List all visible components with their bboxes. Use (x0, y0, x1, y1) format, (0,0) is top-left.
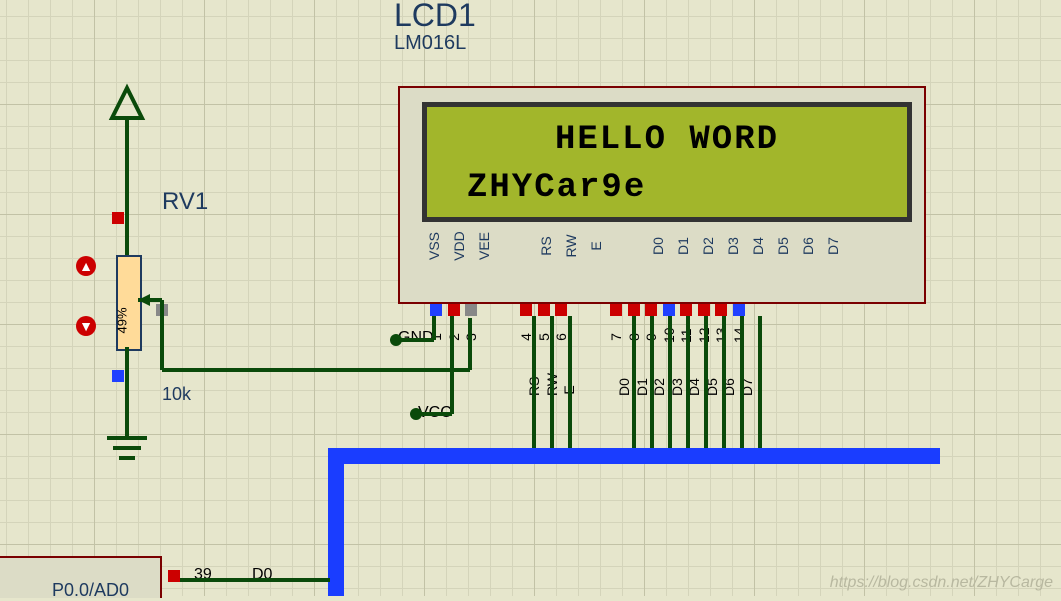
lcd-screen: HELLO WORD ZHYCar9e (422, 102, 912, 222)
mcu-pin-pad (168, 570, 180, 582)
lcd-pin-pads (430, 304, 745, 316)
pot-down-button[interactable]: ▼ (76, 316, 96, 336)
pot-ref-label: RV1 (162, 188, 208, 216)
probe-bottom (112, 370, 124, 382)
pot-up-button[interactable]: ▲ (76, 256, 96, 276)
lcd-pin-numbers: 1 2 3 4 5 6 7 8 9 10 11 12 13 14 (430, 319, 745, 345)
gnd-net-label: GND (398, 329, 434, 347)
potentiometer[interactable]: 49% (116, 255, 142, 351)
probe-wiper (156, 304, 168, 316)
lcd-ref-label: LCD1 (394, 0, 476, 34)
mcu-wire-label: D0 (252, 566, 272, 584)
lcd-line2: ZHYCar9e (427, 165, 907, 213)
probe-top (112, 212, 124, 224)
lcd-line1: HELLO WORD (427, 117, 907, 165)
watermark: https://blog.csdn.net/ZHYCarge (830, 574, 1053, 592)
pot-value-label: 10k (162, 384, 191, 405)
vcc-net-label: VCC (418, 404, 452, 422)
pot-percent: 49% (115, 307, 130, 333)
lcd-wire-labels: RS RW E D0 D1 D2 D3 D4 D5 D6 D7 (528, 360, 753, 398)
lcd-pin-names: VSS VDD VEE RS RW E D0 D1 D2 D3 D4 D5 D6… (424, 236, 843, 256)
lcd-part-label: LM016L (394, 32, 466, 55)
lcd-component[interactable]: HELLO WORD ZHYCar9e (398, 86, 926, 304)
mcu-pin-label: P0.0/AD0 (52, 580, 129, 601)
mcu-pin-num: 39 (194, 566, 212, 584)
